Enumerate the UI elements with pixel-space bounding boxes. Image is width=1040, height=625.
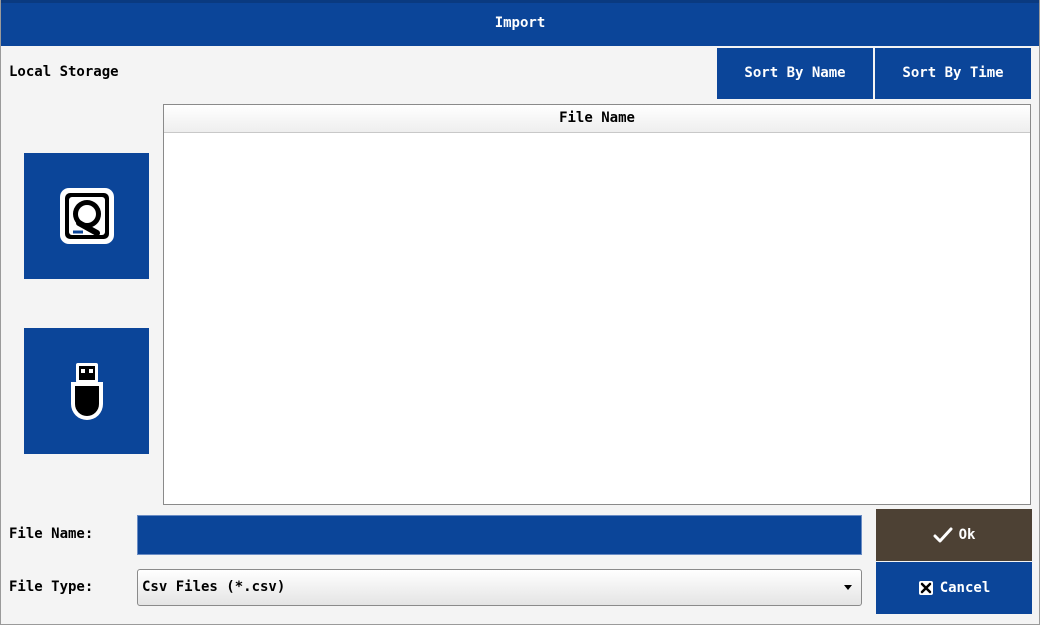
dialog-title: Import bbox=[1, 0, 1039, 46]
sort-by-name-button[interactable]: Sort By Name bbox=[717, 48, 873, 99]
ok-label: Ok bbox=[958, 527, 976, 543]
usb-drive-icon bbox=[70, 363, 103, 420]
column-header-file-name[interactable]: File Name bbox=[164, 105, 1030, 133]
close-icon bbox=[918, 581, 933, 595]
cancel-button[interactable]: Cancel bbox=[876, 562, 1032, 614]
chevron-down-icon bbox=[844, 585, 852, 590]
file-type-label: File Type: bbox=[9, 579, 94, 595]
checkmark-icon bbox=[933, 527, 953, 543]
sort-by-time-button[interactable]: Sort By Time bbox=[875, 48, 1031, 99]
usb-storage-button[interactable] bbox=[24, 328, 149, 454]
hard-drive-icon bbox=[59, 188, 114, 244]
location-label: Local Storage bbox=[9, 64, 119, 80]
file-type-value: Csv Files (*.csv) bbox=[142, 579, 286, 595]
cancel-label: Cancel bbox=[939, 580, 991, 596]
file-type-select[interactable]: Csv Files (*.csv) bbox=[137, 569, 862, 606]
ok-button[interactable]: Ok bbox=[876, 509, 1032, 561]
file-name-label: File Name: bbox=[9, 526, 94, 542]
import-dialog: Import Local Storage Sort By Name Sort B… bbox=[0, 0, 1040, 625]
local-storage-button[interactable] bbox=[24, 153, 149, 279]
file-name-input[interactable] bbox=[137, 515, 862, 555]
file-list[interactable]: File Name bbox=[163, 104, 1031, 505]
